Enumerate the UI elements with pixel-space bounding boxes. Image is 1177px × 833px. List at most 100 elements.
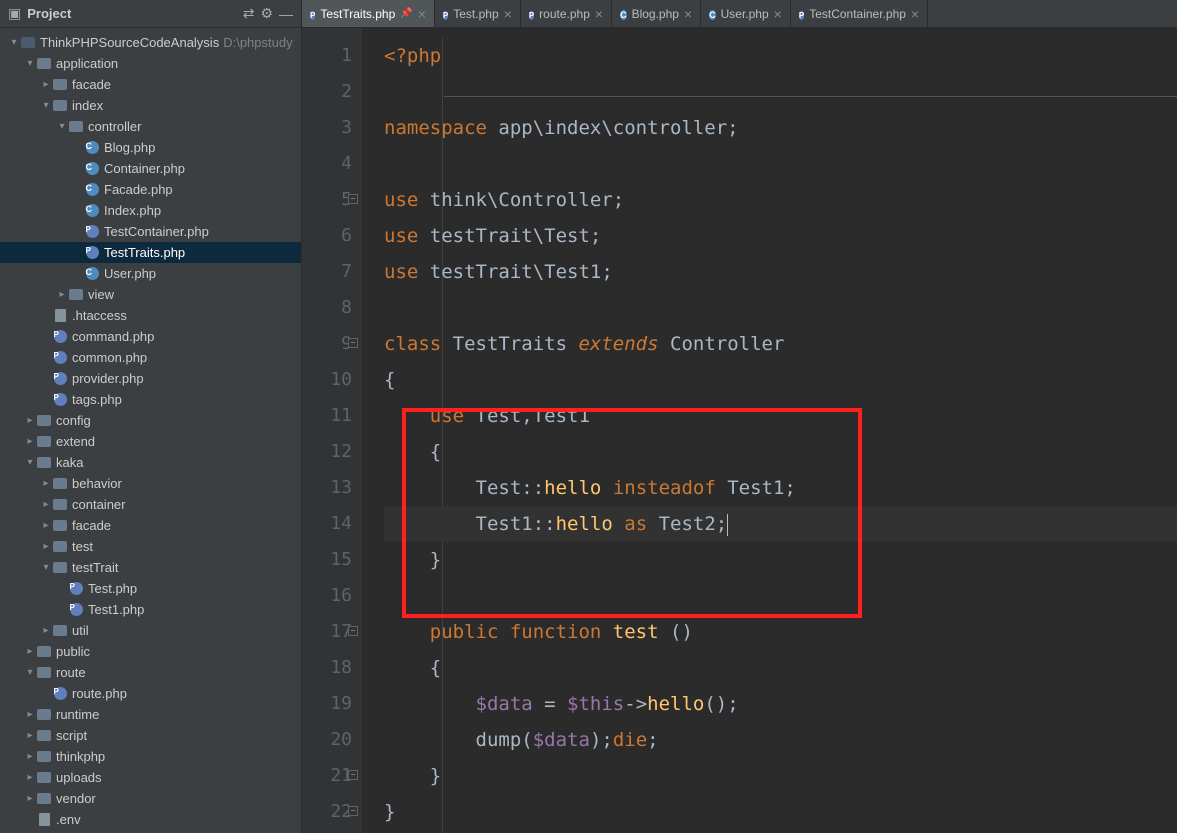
line-number[interactable]: 19 [302, 686, 352, 722]
fold-icon[interactable]: − [348, 338, 358, 348]
tree-node-kaka[interactable]: ▾kaka [0, 452, 301, 473]
expand-arrow[interactable]: ▸ [56, 289, 68, 300]
line-number[interactable]: 11 [302, 398, 352, 434]
tree-node-vendor[interactable]: ▸vendor [0, 788, 301, 809]
close-icon[interactable]: × [504, 6, 512, 22]
minimize-icon[interactable]: — [279, 6, 293, 22]
tab-testtraits-php[interactable]: PTestTraits.php📌× [302, 0, 435, 27]
tree-node-test1-php[interactable]: ▸PTest1.php [0, 599, 301, 620]
tree-node-common-php[interactable]: ▸Pcommon.php [0, 347, 301, 368]
tree-node-tags-php[interactable]: ▸Ptags.php [0, 389, 301, 410]
expand-arrow[interactable]: ▸ [24, 415, 36, 426]
tree-node-facade-php[interactable]: ▸CFacade.php [0, 179, 301, 200]
tree-node-route[interactable]: ▾route [0, 662, 301, 683]
project-tree[interactable]: ▾ThinkPHPSourceCodeAnalysisD:\phpstudy▾a… [0, 28, 301, 833]
expand-arrow[interactable]: ▾ [24, 457, 36, 468]
tree-node-index[interactable]: ▾index [0, 95, 301, 116]
fold-icon[interactable]: − [348, 806, 358, 816]
expand-arrow[interactable]: ▸ [24, 730, 36, 741]
tree-node-thinkphp[interactable]: ▸thinkphp [0, 746, 301, 767]
expand-arrow[interactable]: ▸ [24, 793, 36, 804]
tree-node-command-php[interactable]: ▸Pcommand.php [0, 326, 301, 347]
expand-arrow[interactable]: ▸ [40, 625, 52, 636]
tree-node-test-php[interactable]: ▸PTest.php [0, 578, 301, 599]
tree-node--env[interactable]: ▸.env [0, 809, 301, 830]
expand-arrow[interactable]: ▸ [24, 772, 36, 783]
tree-node-uploads[interactable]: ▸uploads [0, 767, 301, 788]
expand-arrow[interactable]: ▸ [24, 646, 36, 657]
tree-node-extend[interactable]: ▸extend [0, 431, 301, 452]
pin-icon[interactable]: 📌 [400, 8, 412, 19]
collapse-icon[interactable]: ⇄ [243, 5, 255, 22]
line-number[interactable]: 6 [302, 218, 352, 254]
tree-node-facade[interactable]: ▸facade [0, 74, 301, 95]
code-content[interactable]: <?php namespace app\index\controller; us… [362, 28, 1177, 833]
tree-node-user-php[interactable]: ▸CUser.php [0, 263, 301, 284]
tree-node-controller[interactable]: ▾controller [0, 116, 301, 137]
tree-node-provider-php[interactable]: ▸Pprovider.php [0, 368, 301, 389]
gear-icon[interactable]: ⚙ [260, 5, 273, 22]
tree-node-public[interactable]: ▸public [0, 641, 301, 662]
expand-arrow[interactable]: ▾ [40, 100, 52, 111]
tree-node-index-php[interactable]: ▸CIndex.php [0, 200, 301, 221]
close-icon[interactable]: × [684, 6, 692, 22]
expand-arrow[interactable]: ▾ [8, 37, 20, 48]
close-icon[interactable]: × [911, 6, 919, 22]
expand-arrow[interactable]: ▸ [40, 478, 52, 489]
expand-arrow[interactable]: ▾ [24, 667, 36, 678]
tree-node-application[interactable]: ▾application [0, 53, 301, 74]
expand-arrow[interactable]: ▸ [24, 751, 36, 762]
close-icon[interactable]: × [418, 6, 426, 22]
fold-icon[interactable]: − [348, 194, 358, 204]
fold-icon[interactable]: − [348, 770, 358, 780]
tree-node-runtime[interactable]: ▸runtime [0, 704, 301, 725]
line-number[interactable]: 13 [302, 470, 352, 506]
close-icon[interactable]: × [774, 6, 782, 22]
fold-icon[interactable]: − [348, 626, 358, 636]
tree-node-util[interactable]: ▸util [0, 620, 301, 641]
line-number[interactable]: 22− [302, 794, 352, 830]
expand-arrow[interactable]: ▾ [24, 58, 36, 69]
tab-route-php[interactable]: Proute.php× [521, 0, 612, 27]
tree-node-config[interactable]: ▸config [0, 410, 301, 431]
line-number[interactable]: 9− [302, 326, 352, 362]
expand-arrow[interactable]: ▸ [24, 436, 36, 447]
expand-arrow[interactable]: ▾ [56, 121, 68, 132]
expand-arrow[interactable]: ▸ [40, 499, 52, 510]
line-number[interactable]: 17− [302, 614, 352, 650]
line-number[interactable]: 12 [302, 434, 352, 470]
line-number[interactable]: 3 [302, 110, 352, 146]
tree-node-container-php[interactable]: ▸CContainer.php [0, 158, 301, 179]
line-number[interactable]: 18 [302, 650, 352, 686]
line-number[interactable]: 1 [302, 38, 352, 74]
line-number[interactable]: 4 [302, 146, 352, 182]
line-number[interactable]: 15 [302, 542, 352, 578]
tree-node-testtraits-php[interactable]: ▸PTestTraits.php [0, 242, 301, 263]
expand-arrow[interactable]: ▸ [40, 79, 52, 90]
line-number[interactable]: 2 [302, 74, 352, 110]
tab-blog-php[interactable]: CBlog.php× [612, 0, 701, 27]
tree-node-behavior[interactable]: ▸behavior [0, 473, 301, 494]
expand-arrow[interactable]: ▾ [40, 562, 52, 573]
expand-arrow[interactable]: ▸ [40, 520, 52, 531]
tab-testcontainer-php[interactable]: PTestContainer.php× [791, 0, 928, 27]
line-number[interactable]: 20 [302, 722, 352, 758]
expand-arrow[interactable]: ▸ [40, 541, 52, 552]
code-area[interactable]: 12345−6789−1011121314151617−18192021−22−… [302, 28, 1177, 833]
tree-node-testtrait[interactable]: ▾testTrait [0, 557, 301, 578]
tree-node-container[interactable]: ▸container [0, 494, 301, 515]
line-number[interactable]: 5− [302, 182, 352, 218]
tree-node-script[interactable]: ▸script [0, 725, 301, 746]
expand-arrow[interactable]: ▸ [24, 709, 36, 720]
tab-user-php[interactable]: CUser.php× [701, 0, 791, 27]
tree-node-testcontainer-php[interactable]: ▸PTestContainer.php [0, 221, 301, 242]
tree-node--htaccess[interactable]: ▸.htaccess [0, 305, 301, 326]
tree-node-blog-php[interactable]: ▸CBlog.php [0, 137, 301, 158]
line-number[interactable]: 7 [302, 254, 352, 290]
line-number[interactable]: 21− [302, 758, 352, 794]
close-icon[interactable]: × [595, 6, 603, 22]
tree-node-view[interactable]: ▸view [0, 284, 301, 305]
tree-node-thinkphpsourcecodeanalysis[interactable]: ▾ThinkPHPSourceCodeAnalysisD:\phpstudy [0, 32, 301, 53]
tree-node-test[interactable]: ▸test [0, 536, 301, 557]
line-number[interactable]: 10 [302, 362, 352, 398]
